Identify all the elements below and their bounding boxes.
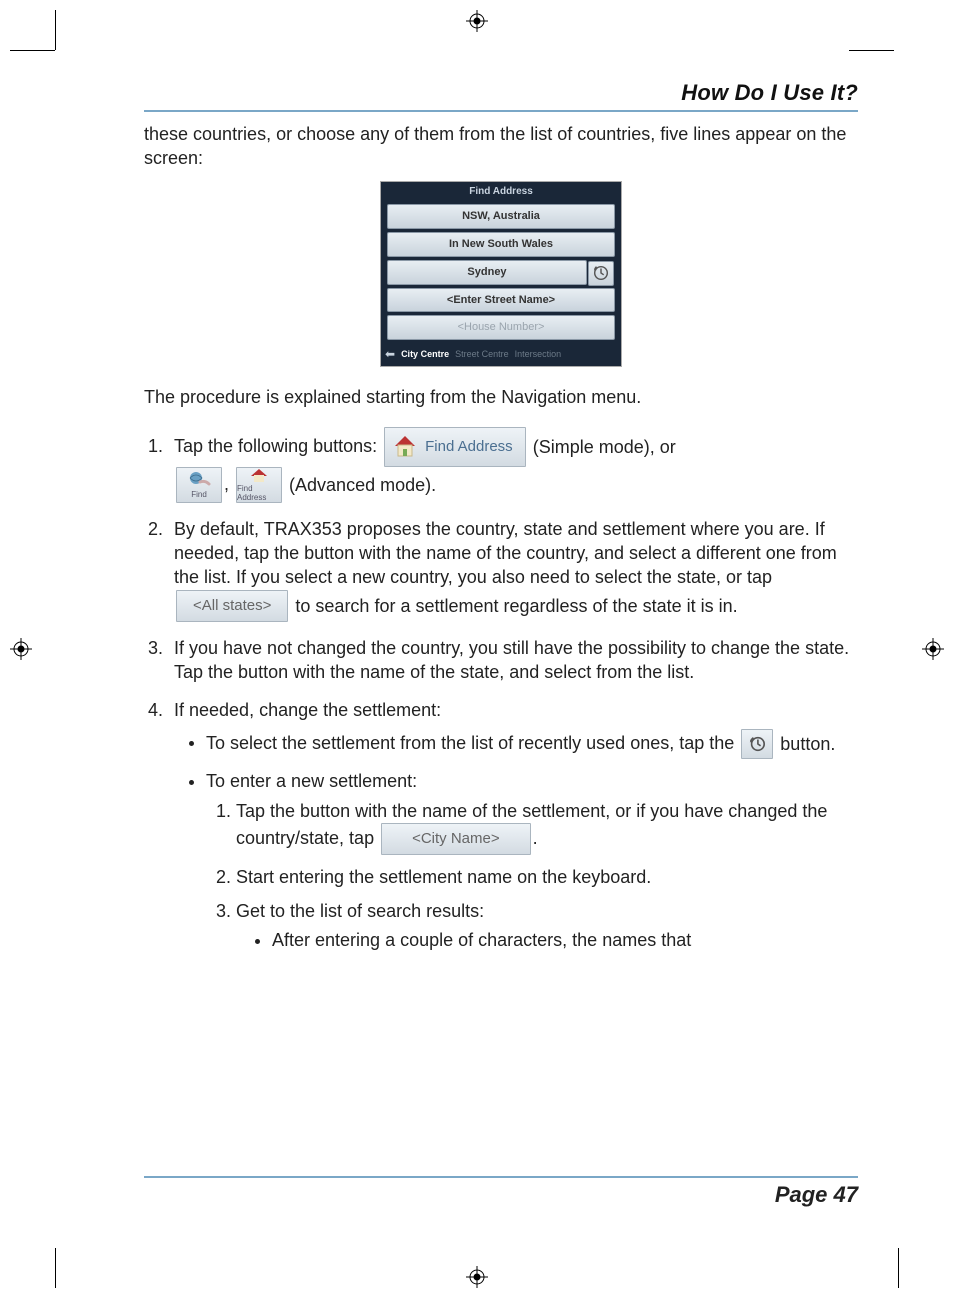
device-frame: Find Address NSW, Australia In New South… [380, 181, 622, 367]
crop-mark [898, 1248, 899, 1288]
city-name-button: <City Name> [381, 823, 531, 855]
crop-mark [55, 1248, 56, 1288]
step-2-text-b: to search for a settlement regardless of… [295, 596, 737, 616]
find-label: Find [191, 490, 207, 500]
all-states-button: <All states> [176, 590, 288, 622]
step-4: If needed, change the settlement: To sel… [168, 698, 858, 952]
step-4-bullet-1: To select the settlement from the list o… [206, 729, 858, 759]
globe-icon [187, 470, 211, 490]
find-address-small-label: Find Address [237, 484, 281, 503]
step-4-s1-text-b: . [533, 828, 538, 848]
step-4-sub-3: Get to the list of search results: After… [236, 899, 858, 952]
history-icon [588, 261, 614, 286]
crop-mark [849, 50, 894, 51]
step-4-bullets: To select the settlement from the list o… [174, 729, 858, 952]
page-content: How Do I Use It? these countries, or cho… [144, 80, 858, 1208]
house-icon [249, 467, 269, 483]
step-3: If you have not changed the country, you… [168, 636, 858, 685]
history-icon [748, 735, 766, 753]
registration-mark-icon [10, 638, 32, 660]
step-1-text-a: Tap the following buttons: [174, 436, 382, 456]
registration-mark-icon [922, 638, 944, 660]
step-4-b2-text: To enter a new settlement: [206, 771, 417, 791]
step-4-s3-bullets: After entering a couple of characters, t… [236, 928, 858, 952]
device-screenshot: Find Address NSW, Australia In New South… [144, 181, 858, 367]
device-footer-active: City Centre [401, 348, 449, 360]
step-1-text-c: (Advanced mode). [289, 475, 436, 495]
find-address-small-button: Find Address [236, 467, 282, 503]
device-title: Find Address [381, 182, 621, 202]
step-4-s3-bullet-1: After entering a couple of characters, t… [272, 928, 858, 952]
device-row-house: <House Number> [387, 315, 615, 340]
registration-mark-icon [466, 10, 488, 32]
device-row-city-label: Sydney [467, 266, 506, 278]
device-footer-inactive: Intersection [515, 348, 562, 360]
registration-mark-icon [466, 1266, 488, 1288]
device-row-state: In New South Wales [387, 232, 615, 257]
after-screenshot-text: The procedure is explained starting from… [144, 385, 858, 409]
crop-mark [10, 50, 55, 51]
comma: , [224, 474, 234, 494]
step-4-s3-text: Get to the list of search results: [236, 901, 484, 921]
history-button [741, 729, 773, 759]
steps-list: Tap the following buttons: Find Address … [144, 427, 858, 952]
find-button: Find [176, 467, 222, 503]
step-4-b1-text-b: button. [780, 733, 835, 753]
house-icon [391, 432, 419, 458]
device-footer-inactive: Street Centre [455, 348, 509, 360]
crop-mark [55, 10, 56, 50]
find-address-button: Find Address [384, 427, 526, 467]
step-4-text: If needed, change the settlement: [174, 700, 441, 720]
page-body: these countries, or choose any of them f… [144, 112, 858, 1168]
step-4-sublist: Tap the button with the name of the sett… [206, 799, 858, 952]
step-4-bullet-2: To enter a new settlement: Tap the butto… [206, 769, 858, 952]
step-1: Tap the following buttons: Find Address … [168, 427, 858, 503]
device-row-street: <Enter Street Name> [387, 288, 615, 313]
device-footer: ⬅ City Centre Street Centre Intersection [381, 343, 621, 365]
device-row-country: NSW, Australia [387, 204, 615, 229]
step-2-text-a: By default, TRAX353 proposes the country… [174, 519, 837, 588]
intro-paragraph: these countries, or choose any of them f… [144, 122, 858, 171]
find-address-label: Find Address [425, 438, 513, 456]
page-header: How Do I Use It? [144, 80, 858, 112]
step-1-text-b: (Simple mode), or [533, 437, 676, 457]
step-2: By default, TRAX353 proposes the country… [168, 517, 858, 622]
back-arrow-icon: ⬅ [385, 346, 395, 362]
device-row-city: Sydney [387, 260, 587, 285]
step-4-sub-2: Start entering the settlement name on th… [236, 865, 858, 889]
print-sheet: How Do I Use It? these countries, or cho… [0, 0, 954, 1298]
step-4-sub-1: Tap the button with the name of the sett… [236, 799, 858, 855]
step-4-b1-text-a: To select the settlement from the list o… [206, 732, 739, 752]
page-footer: Page 47 [144, 1176, 858, 1208]
